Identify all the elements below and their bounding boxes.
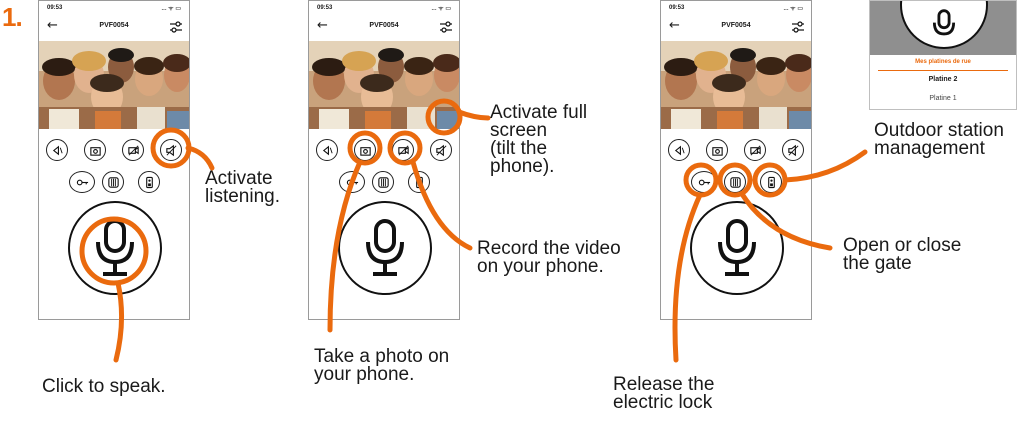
caption-click-to-speak: Click to speak. — [42, 376, 166, 397]
microphone-icon — [96, 219, 134, 276]
status-time: 09:53 — [669, 5, 685, 11]
station-item[interactable]: Platine 1 — [870, 95, 1016, 102]
settings-sliders-icon[interactable] — [439, 21, 453, 33]
camera-icon[interactable] — [84, 139, 106, 161]
caption-gate: Open or close the gate — [843, 235, 962, 274]
speaker-muted-icon[interactable] — [430, 139, 452, 161]
key-lock-icon[interactable] — [69, 171, 95, 193]
outdoor-station-icon[interactable] — [408, 171, 430, 193]
microphone-icon — [932, 9, 956, 36]
gate-icon[interactable] — [102, 171, 124, 193]
callout-fullscreen-line — [456, 109, 491, 121]
camera-icon[interactable] — [706, 139, 728, 161]
control-buttons — [661, 129, 811, 193]
key-lock-icon[interactable] — [339, 171, 365, 193]
settings-sliders-icon[interactable] — [791, 21, 805, 33]
status-bar: 09:53 ... ᯤ ▭ — [47, 5, 181, 15]
status-icons: ... ᯤ ▭ — [161, 6, 181, 12]
app-header: ← PVF0054 — [309, 17, 459, 39]
camera-video-feed — [661, 41, 811, 129]
callout-listen-line — [185, 145, 215, 171]
speaker-muted-icon[interactable] — [160, 139, 182, 161]
camera-video-feed — [39, 41, 189, 129]
push-to-talk-button[interactable] — [338, 201, 432, 295]
device-title: PVF0054 — [721, 22, 751, 29]
volume-mute-left-icon[interactable] — [668, 139, 690, 161]
device-title: PVF0054 — [99, 22, 129, 29]
gate-icon[interactable] — [724, 171, 746, 193]
panel-divider — [878, 70, 1008, 71]
app-header: ← PVF0054 — [39, 17, 189, 39]
microphone-icon — [366, 219, 404, 276]
station-item-selected[interactable]: Platine 2 — [870, 76, 1016, 83]
settings-sliders-icon[interactable] — [169, 21, 183, 33]
panel-header: Mes platines de rue — [915, 59, 971, 65]
caption-record-video: Record the video on your phone. — [477, 238, 621, 277]
caption-outdoor-station: Outdoor station management — [874, 120, 1004, 159]
status-time: 09:53 — [317, 5, 333, 11]
caption-fullscreen: Activate full screen (tilt the phone). — [490, 102, 588, 177]
status-bar: 09:53 ... ᯤ ▭ — [317, 5, 451, 15]
video-record-icon[interactable] — [122, 139, 144, 161]
microphone-icon — [718, 219, 756, 276]
volume-mute-left-icon[interactable] — [46, 139, 68, 161]
device-title: PVF0054 — [369, 22, 399, 29]
caption-take-photo: Take a photo on your phone. — [314, 346, 450, 385]
phone-screen-3: 09:53 ... ᯤ ▭ ← PVF0054 — [660, 0, 812, 320]
outdoor-station-icon[interactable] — [760, 171, 782, 193]
status-time: 09:53 — [47, 5, 63, 11]
outdoor-station-panel: Mes platines de rue Platine 2 Platine 1 — [869, 0, 1017, 110]
step-number: 1. — [2, 2, 23, 32]
phone-screen-2: 09:53 ... ᯤ ▭ ← PVF0054 — [308, 0, 460, 320]
gate-icon[interactable] — [372, 171, 394, 193]
speaker-muted-icon[interactable] — [782, 139, 804, 161]
control-buttons — [309, 129, 459, 193]
key-lock-icon[interactable] — [691, 171, 717, 193]
caption-electric-lock: Release the electric lock — [613, 374, 715, 413]
camera-video-feed — [309, 41, 459, 129]
status-bar: 09:53 ... ᯤ ▭ — [669, 5, 803, 15]
push-to-talk-button[interactable] — [690, 201, 784, 295]
camera-icon[interactable] — [354, 139, 376, 161]
status-icons: ... ᯤ ▭ — [431, 6, 451, 12]
control-buttons — [39, 129, 189, 193]
caption-activate-listening: Activate listening. — [205, 168, 280, 207]
app-header: ← PVF0054 — [661, 17, 811, 39]
video-record-icon[interactable] — [744, 139, 766, 161]
push-to-talk-button[interactable] — [68, 201, 162, 295]
volume-mute-left-icon[interactable] — [316, 139, 338, 161]
outdoor-station-icon[interactable] — [138, 171, 160, 193]
video-record-icon[interactable] — [392, 139, 414, 161]
phone-screen-1: 09:53 ... ᯤ ▭ ← PVF0054 — [38, 0, 190, 320]
status-icons: ... ᯤ ▭ — [783, 6, 803, 12]
